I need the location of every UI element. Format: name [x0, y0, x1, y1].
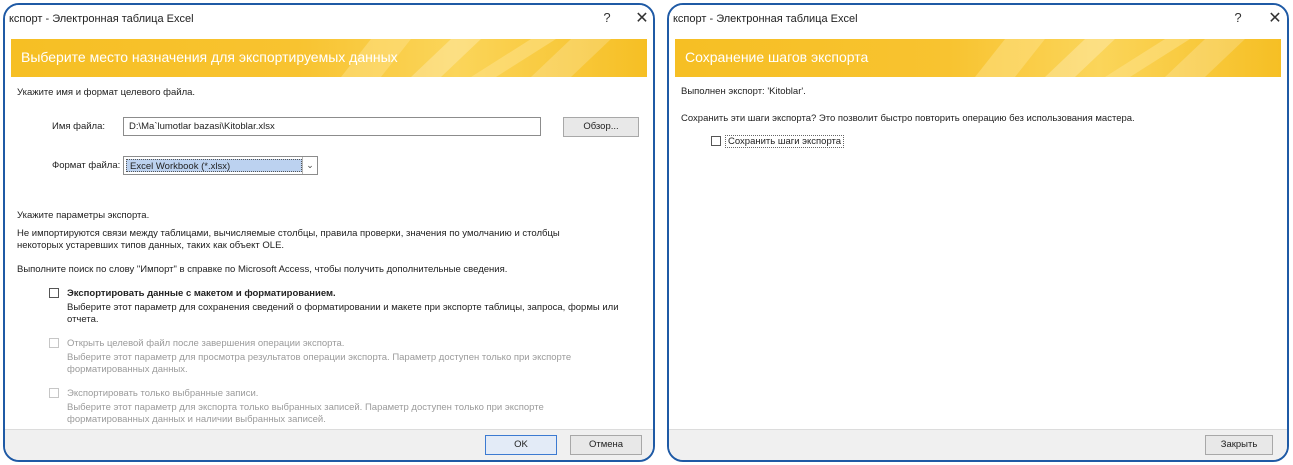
open-after-export-checkbox[interactable] — [49, 338, 59, 348]
close-icon[interactable]: ✕ — [632, 8, 652, 28]
dialog-footer: Закрыть — [669, 429, 1287, 460]
option1-description-2: отчета. — [67, 314, 99, 325]
export-with-formatting-checkbox[interactable] — [49, 288, 59, 298]
chevron-down-icon[interactable]: ⌄ — [302, 157, 317, 174]
selected-records-checkbox[interactable] — [49, 388, 59, 398]
save-question-text: Сохранить эти шаги экспорта? Это позволи… — [681, 113, 1135, 124]
format-label: Формат файла: — [52, 160, 121, 171]
options-heading: Укажите параметры экспорта. — [17, 210, 150, 221]
help-button[interactable]: ? — [1229, 10, 1247, 25]
format-select-value: Excel Workbook (*.xlsx) — [126, 159, 302, 172]
selected-records-label: Экспортировать только выбранные записи. — [67, 388, 259, 399]
title-bar: кспорт - Электронная таблица Excel ? ✕ — [5, 5, 653, 37]
export-destination-dialog: кспорт - Электронная таблица Excel ? ✕ В… — [3, 3, 655, 462]
close-icon[interactable]: ✕ — [1265, 8, 1285, 28]
filename-label: Имя файла: — [52, 121, 106, 132]
option1-description-1: Выберите этот параметр для сохранения св… — [67, 302, 619, 313]
dialog-footer: OK Отмена — [5, 429, 653, 460]
export-with-formatting-label[interactable]: Экспортировать данные с макетом и формат… — [67, 288, 336, 299]
option2-description-1: Выберите этот параметр для просмотра рез… — [67, 352, 572, 363]
browse-button[interactable]: Обзор... — [563, 117, 639, 137]
window-title: кспорт - Электронная таблица Excel — [9, 13, 194, 25]
header-title: Сохранение шагов экспорта — [685, 49, 869, 65]
wizard-header: Выберите место назначения для экспортиру… — [11, 39, 647, 77]
close-button[interactable]: Закрыть — [1205, 435, 1273, 455]
search-note: Выполните поиск по слову "Импорт" в спра… — [17, 264, 508, 275]
export-done-text: Выполнен экспорт: 'Kitoblar'. — [681, 86, 806, 97]
title-bar: кспорт - Электронная таблица Excel ? ✕ — [669, 5, 1287, 37]
wizard-header: Сохранение шагов экспорта — [675, 39, 1281, 77]
save-export-steps-dialog: кспорт - Электронная таблица Excel ? ✕ С… — [667, 3, 1289, 462]
ok-button[interactable]: OK — [485, 435, 557, 455]
note-line-1: Не импортируются связи между таблицами, … — [17, 228, 560, 239]
format-select[interactable]: Excel Workbook (*.xlsx) ⌄ — [123, 156, 318, 175]
option2-description-2: форматированных данных. — [67, 364, 188, 375]
header-title: Выберите место назначения для экспортиру… — [21, 49, 398, 65]
option3-description-2: форматированных данных и наличии выбранн… — [67, 414, 326, 425]
save-steps-checkbox[interactable] — [711, 136, 721, 146]
option3-description-1: Выберите этот параметр для экспорта толь… — [67, 402, 544, 413]
help-button[interactable]: ? — [598, 10, 616, 25]
instruction-text: Укажите имя и формат целевого файла. — [17, 87, 196, 98]
filename-input[interactable]: D:\Ma`lumotlar bazasi\Kitoblar.xlsx — [123, 117, 541, 136]
save-steps-label[interactable]: Сохранить шаги экспорта — [725, 135, 845, 148]
open-after-export-label: Открыть целевой файл после завершения оп… — [67, 338, 345, 349]
note-line-2: некоторых устаревших типов данных, таких… — [17, 240, 285, 251]
cancel-button[interactable]: Отмена — [570, 435, 642, 455]
window-title: кспорт - Электронная таблица Excel — [673, 13, 858, 25]
